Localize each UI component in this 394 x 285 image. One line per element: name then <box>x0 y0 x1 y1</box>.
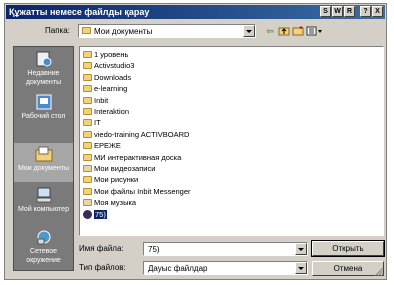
list-item[interactable]: Мои видеозаписи <box>83 163 155 174</box>
place-label: Сетевое окружение <box>26 248 61 264</box>
folder-icon <box>83 142 92 150</box>
folder-icon <box>83 62 92 70</box>
list-item[interactable]: Моя музыка <box>83 197 136 208</box>
place-desktop[interactable]: Рабочий стол <box>14 94 73 121</box>
folder-icon <box>83 51 92 58</box>
filename-value: 75) <box>148 245 160 254</box>
folder-icon <box>83 176 92 184</box>
folder-icon <box>83 187 92 195</box>
list-item-label: e-learning <box>94 84 128 94</box>
folder-icon <box>83 73 92 81</box>
place-label: Недавние документы <box>25 70 62 86</box>
list-item[interactable]: ЕРЕЖЕ <box>83 140 121 151</box>
list-item[interactable]: Inbit <box>83 95 108 106</box>
window-title: Құжатты немесе файлды қарау <box>9 7 150 17</box>
list-item[interactable]: Downloads <box>83 72 131 83</box>
list-item[interactable]: IT <box>83 117 101 128</box>
list-item[interactable]: e-learning <box>83 83 127 94</box>
filetype-select[interactable]: Дауыс файлдар <box>143 261 308 275</box>
chevron-down-icon[interactable] <box>295 262 307 274</box>
folder-label: Папка: <box>45 26 70 35</box>
title-bar[interactable]: Құжатты немесе файлды қарау S W R ? X <box>6 5 385 19</box>
list-item-label: МИ интерактивная доска <box>94 152 182 162</box>
recent-icon <box>36 51 51 67</box>
places-bar: Недавние документы Рабочий стол Мои доку… <box>13 46 74 271</box>
media-file-icon <box>83 209 92 219</box>
back-arrow-icon[interactable]: ⇦ <box>264 25 276 37</box>
chevron-down-icon[interactable] <box>243 25 255 37</box>
list-item-label: Downloads <box>94 72 132 82</box>
list-item[interactable]: viedo-training ACTIVBOARD <box>83 129 189 140</box>
help-button[interactable]: ? <box>360 6 371 17</box>
filetype-label: Тип файлов: <box>79 263 126 272</box>
list-item-label: Мои видеозаписи <box>94 164 156 173</box>
file-dialog-window: Құжатты немесе файлды қарау S W R ? X Па… <box>4 3 387 280</box>
folder-icon <box>83 130 92 138</box>
place-recent[interactable]: Недавние документы <box>14 51 73 87</box>
filename-input[interactable]: 75) <box>143 242 308 256</box>
list-item-label: Activstudio3 <box>94 61 135 71</box>
list-item-label: Мои файлы Inbit Messenger <box>94 186 191 196</box>
close-button[interactable]: X <box>372 6 383 17</box>
list-item[interactable]: 75) <box>83 209 107 220</box>
place-label: Мой компьютер <box>18 206 69 213</box>
folder-dropdown[interactable]: Мои документы <box>78 24 256 38</box>
title-button-w[interactable]: W <box>332 6 343 17</box>
folder-icon <box>83 153 92 161</box>
folder-icon <box>83 119 92 127</box>
list-item-label: ЕРЕЖЕ <box>94 141 121 151</box>
list-item-label: 1 уровень <box>94 50 129 59</box>
folder-icon <box>83 199 92 207</box>
new-folder-icon[interactable] <box>292 25 304 37</box>
place-label: Рабочий стол <box>21 113 66 120</box>
list-item-label: Inbit <box>94 95 109 105</box>
list-item-label: Моя музыка <box>94 198 137 208</box>
up-folder-icon[interactable] <box>278 25 290 37</box>
resize-grip-icon[interactable] <box>374 267 384 277</box>
list-item-label: Мои рисунки <box>94 175 139 185</box>
place-network[interactable]: Сетевое окружение <box>14 229 73 265</box>
open-button[interactable]: Открыть <box>311 240 385 257</box>
list-item-label: Interaktion <box>94 107 130 116</box>
file-list[interactable]: 1 уровень Activstudio3 Downloads e-learning… <box>79 46 384 236</box>
folder-value: Мои документы <box>94 27 153 36</box>
place-computer[interactable]: Мой компьютер <box>14 187 73 214</box>
folder-icon <box>83 85 92 93</box>
place-label: Мои документы <box>17 165 69 172</box>
network-icon <box>37 230 50 245</box>
documents-icon <box>35 146 52 162</box>
list-item[interactable]: Мои рисунки <box>83 174 138 185</box>
list-item-label: viedo-training ACTIVBOARD <box>94 129 190 139</box>
folder-icon <box>83 165 92 172</box>
list-item[interactable]: Activstudio3 <box>83 60 134 71</box>
list-item[interactable]: Interaktion <box>83 106 129 117</box>
list-item[interactable]: 1 уровень <box>83 49 128 60</box>
list-item-label: IT <box>94 118 101 128</box>
list-item-label: 75) <box>94 209 107 219</box>
filetype-value: Дауыс файлдар <box>148 264 208 273</box>
list-item[interactable]: Мои файлы Inbit Messenger <box>83 186 191 197</box>
title-button-s[interactable]: S <box>320 6 331 17</box>
chevron-down-icon[interactable] <box>295 243 307 255</box>
title-button-r[interactable]: R <box>344 6 355 17</box>
view-menu-icon[interactable] <box>306 25 324 37</box>
place-documents[interactable]: Мои документы <box>14 143 73 182</box>
computer-icon <box>36 187 51 203</box>
folder-icon <box>82 27 91 34</box>
folder-icon <box>83 108 92 115</box>
filename-label: Имя файла: <box>79 244 124 253</box>
list-item[interactable]: МИ интерактивная доска <box>83 152 181 163</box>
folder-icon <box>83 96 92 104</box>
desktop-icon <box>36 94 51 110</box>
